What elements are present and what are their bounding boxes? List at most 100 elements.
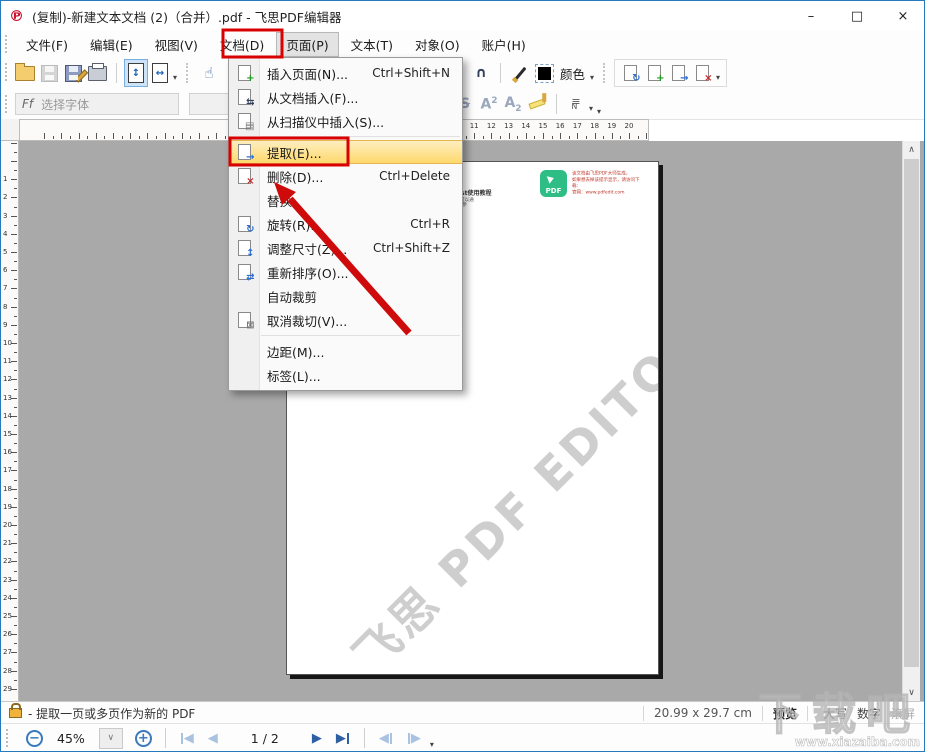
view-forward-button[interactable]: ▶: [407, 732, 421, 745]
prev-page-icon: ◀: [207, 730, 218, 746]
ruler-tick: [14, 588, 17, 590]
prev-page-button[interactable]: ◀: [208, 732, 218, 745]
ruler-number: 16: [555, 122, 565, 130]
menuitem-insert-page[interactable]: + 插入页面(N)... Ctrl+Shift+N: [229, 61, 462, 85]
rotate-page-button[interactable]: ↻: [618, 60, 642, 86]
color-swatch-button[interactable]: [532, 60, 556, 86]
uturn-button[interactable]: ∩: [469, 60, 493, 86]
menuitem-delete[interactable]: × 删除(D)... Ctrl+Delete: [229, 164, 462, 188]
menu-edit[interactable]: 编辑(E): [80, 32, 143, 57]
vertical-scrollbar[interactable]: ∧ ∨: [902, 141, 920, 701]
nav-overflow-caret[interactable]: ▾: [430, 740, 434, 749]
ruler-number: 29: [3, 684, 12, 693]
ruler-tick: [11, 197, 17, 199]
menu-object[interactable]: 对象(O): [405, 32, 470, 57]
menu-file[interactable]: 文件(F): [16, 32, 78, 57]
menuitem-labels[interactable]: 标签(L)...: [229, 363, 462, 387]
menu-bar: 文件(F) 编辑(E) 视图(V) 文档(D) 页面(P) 文本(T) 对象(O…: [1, 31, 924, 58]
zoom-out-button[interactable]: −: [26, 729, 43, 747]
print-button[interactable]: [85, 60, 109, 86]
menuitem-insert-from-document[interactable]: ⇆ 从文档插入(F)...: [229, 85, 462, 109]
ruler-tick: [14, 424, 17, 426]
highlighter-button[interactable]: [525, 91, 549, 117]
printer-icon: [87, 62, 107, 81]
open-folder-icon: [15, 62, 35, 81]
ruler-tick: [14, 170, 17, 172]
zoom-select[interactable]: ∨: [98, 727, 123, 749]
color-dropdown-caret[interactable]: ▾: [590, 73, 594, 82]
ruler-tick: [14, 497, 17, 499]
eyedropper-button[interactable]: [508, 60, 532, 86]
ruler-number: 11: [3, 357, 12, 366]
last-page-button[interactable]: ▶: [336, 732, 350, 745]
line-number-button[interactable]: ≡ N: [564, 91, 588, 117]
fit-dropdown-caret[interactable]: ▾: [173, 73, 177, 82]
separator: [761, 705, 763, 721]
menu-text[interactable]: 文本(T): [341, 32, 403, 57]
ruler-number: 22: [3, 557, 12, 566]
page-ops-overflow-caret[interactable]: ▾: [716, 73, 720, 82]
caps-indicator: 大写: [822, 706, 847, 721]
line-number-caret[interactable]: ▾: [589, 104, 593, 113]
doc-header-note: 该文档由飞思PDF大师生成， 如果想去掉该提示显示，请访问下载： 官网：www.…: [572, 171, 640, 196]
font-select[interactable]: Ff 选择字体: [15, 93, 179, 115]
extract-page-icon: →: [671, 65, 689, 84]
ruler-number: 13: [3, 393, 12, 402]
ruler-number: 19: [3, 502, 12, 511]
separator: [500, 63, 501, 83]
menuitem-cancel-crop[interactable]: ⊠ 取消裁切(V)...: [229, 308, 462, 332]
view-back-button[interactable]: ◀: [379, 732, 393, 745]
separator: [603, 63, 607, 83]
separator: [363, 728, 365, 748]
separator: [186, 63, 190, 83]
menu-account[interactable]: 账户(H): [472, 32, 536, 57]
next-page-button[interactable]: ▶: [312, 732, 322, 745]
menuitem-reorder[interactable]: ⇄ 重新排序(O)...: [229, 260, 462, 284]
save-as-button[interactable]: [61, 60, 88, 86]
ruler-tick: [181, 133, 183, 139]
zoom-in-button[interactable]: +: [134, 729, 152, 747]
fit-width-button[interactable]: ↔: [148, 59, 172, 87]
menu-page[interactable]: 页面(P): [276, 31, 339, 57]
scrollbar-thumb[interactable]: [904, 159, 919, 667]
ruler-tick: [199, 133, 200, 139]
open-button[interactable]: [13, 60, 37, 86]
menuitem-margins[interactable]: 边距(M)...: [229, 339, 462, 363]
ruler-tick: [551, 136, 553, 139]
ruler-tick: [11, 179, 17, 181]
preview-mode-label[interactable]: 预览: [773, 705, 797, 722]
insert-page-button[interactable]: +: [642, 60, 666, 86]
status-hint: - 提取一页或多页作为新的 PDF: [28, 706, 196, 721]
fit-height-button[interactable]: ↕: [124, 59, 148, 87]
ruler-tick: [611, 133, 613, 139]
first-page-button[interactable]: ◀: [180, 732, 194, 745]
separator: [116, 63, 117, 83]
minimize-button[interactable]: –: [788, 1, 834, 31]
view-forward-icon: ▶: [410, 730, 421, 746]
menuitem-insert-from-scanner[interactable]: ▤ 从扫描仪中插入(S)...: [229, 109, 462, 133]
cancel-crop-icon: ⊠: [237, 312, 255, 331]
maximize-button[interactable]: □: [834, 1, 880, 31]
ruler-number: 18: [3, 484, 12, 493]
extract-page-button[interactable]: →: [666, 60, 690, 86]
superscript-button[interactable]: A2: [477, 91, 501, 117]
menu-document[interactable]: 文档(D): [210, 32, 274, 57]
menuitem-extract[interactable]: → 提取(E)...: [229, 140, 462, 164]
ruler-tick: [543, 133, 544, 139]
ruler-tick: [560, 133, 562, 139]
menu-view[interactable]: 视图(V): [145, 32, 208, 57]
save-button[interactable]: [37, 60, 61, 86]
subscript-button[interactable]: A2: [501, 91, 525, 117]
scroll-down-button[interactable]: ∨: [903, 684, 920, 701]
menuitem-resize[interactable]: ↕ 调整尺寸(Z)... Ctrl+Shift+Z: [229, 236, 462, 260]
menuitem-rotate[interactable]: ↻ 旋转(R)... Ctrl+R: [229, 212, 462, 236]
ruler-tick: [95, 133, 97, 139]
menuitem-auto-crop[interactable]: 自动裁剪: [229, 284, 462, 308]
hand-tool-button[interactable]: ☝: [197, 60, 221, 86]
menuitem-replace[interactable]: 替换: [229, 188, 462, 212]
close-button[interactable]: ×: [880, 1, 924, 31]
delete-page-button[interactable]: ×: [690, 60, 714, 86]
ruler-number: 2: [3, 193, 8, 202]
format-overflow-caret[interactable]: ▾: [597, 107, 601, 116]
scroll-up-button[interactable]: ∧: [903, 141, 920, 158]
